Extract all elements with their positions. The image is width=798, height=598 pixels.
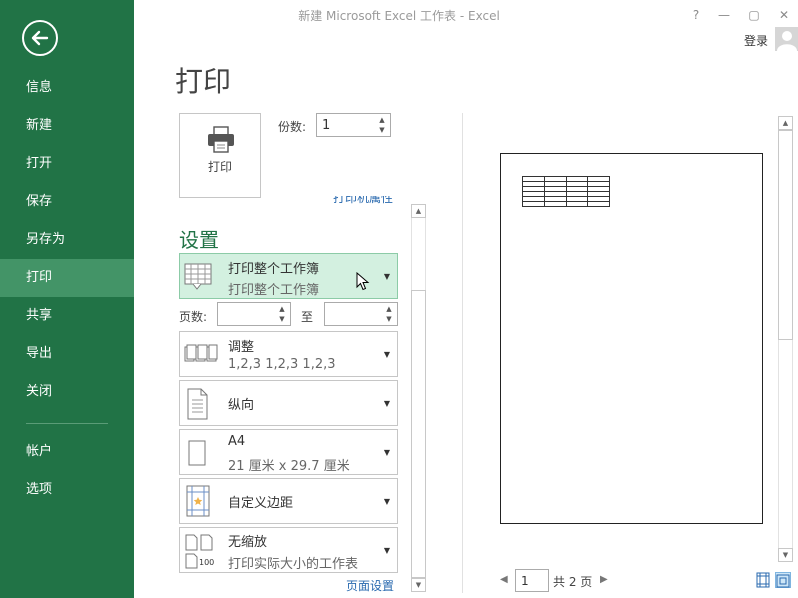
chevron-down-icon: ▼: [383, 497, 391, 506]
paper-size-subtitle: 21 厘米 x 29.7 厘米: [228, 459, 350, 474]
pages-label: 页数:: [179, 310, 208, 324]
no-scaling-icon: 100: [185, 534, 214, 569]
copies-down-icon[interactable]: ▼: [376, 125, 388, 135]
pages-to-label: 至: [301, 310, 314, 324]
zoom-to-page-button[interactable]: [775, 572, 791, 588]
sign-in-link[interactable]: 登录: [744, 32, 768, 49]
title-bar: 新建 Microsoft Excel 工作表 - Excel ? — ▢ ✕: [134, 0, 798, 30]
restore-button[interactable]: ▢: [744, 5, 764, 25]
custom-margins-icon: [186, 485, 210, 517]
nav-export[interactable]: 导出: [0, 335, 134, 373]
copies-label: 份数:: [278, 120, 307, 134]
help-icon[interactable]: ?: [686, 5, 706, 25]
excel-backstage-print: 信息 新建 打开 保存 另存为 打印 共享 导出 关闭 帐户 选项 新建 Mic…: [0, 0, 798, 598]
copies-up-icon[interactable]: ▲: [376, 115, 388, 125]
next-page-icon[interactable]: ▶: [600, 574, 608, 585]
settings-heading: 设置: [179, 228, 219, 252]
printer-properties-label: 打印机属性: [333, 196, 394, 205]
previous-page-icon[interactable]: ◀: [500, 574, 508, 585]
collate-dropdown[interactable]: 调整 1,2,3 1,2,3 1,2,3 ▼: [179, 331, 398, 377]
scroll-down-icon[interactable]: ▼: [411, 578, 426, 592]
scaling-icon-number: 100: [199, 558, 214, 567]
chevron-down-icon: ▼: [383, 546, 391, 555]
user-avatar-icon[interactable]: [775, 27, 798, 51]
paper-size-dropdown[interactable]: A4 21 厘米 x 29.7 厘米 ▼: [179, 429, 398, 475]
print-what-subtitle: 打印整个工作簿: [228, 283, 320, 298]
chevron-down-icon: ▼: [383, 350, 391, 359]
chevron-down-icon: ▼: [383, 448, 391, 457]
zoom-to-page-icon: [776, 574, 790, 588]
chevron-down-icon: ▼: [383, 399, 391, 408]
preview-scroll-thumb[interactable]: [778, 130, 793, 340]
preview-scrollbar[interactable]: ▲ ▼: [778, 116, 793, 562]
copies-stepper: ▲ ▼: [316, 113, 391, 137]
page-number-box: [515, 569, 549, 592]
scroll-up-icon[interactable]: ▲: [411, 204, 426, 218]
close-button[interactable]: ✕: [774, 5, 794, 25]
mouse-cursor-icon: [356, 272, 370, 291]
settings-scrollbar[interactable]: ▲ ▼: [411, 204, 426, 592]
nav-close[interactable]: 关闭: [0, 373, 134, 411]
pages-from-down-icon[interactable]: ▼: [276, 314, 288, 324]
pages-from-input[interactable]: [218, 303, 274, 325]
collate-subtitle: 1,2,3 1,2,3 1,2,3: [228, 357, 336, 372]
backstage-sidebar: 信息 新建 打开 保存 另存为 打印 共享 导出 关闭 帐户 选项: [0, 0, 134, 598]
show-margins-button[interactable]: [755, 572, 771, 588]
page-setup-link[interactable]: 页面设置: [346, 577, 394, 594]
pages-from-stepper: ▲ ▼: [217, 302, 291, 326]
scaling-subtitle: 打印实际大小的工作表: [228, 557, 359, 572]
nav-share[interactable]: 共享: [0, 297, 134, 335]
scaling-dropdown[interactable]: 100 无缩放 打印实际大小的工作表 ▼: [179, 527, 398, 573]
printer-icon: [208, 126, 234, 153]
minimize-button[interactable]: —: [714, 5, 734, 25]
print-button-label: 打印: [207, 160, 232, 174]
nav-divider: [26, 423, 108, 424]
back-arrow-icon: [31, 30, 49, 46]
copies-input[interactable]: [317, 114, 375, 136]
show-margins-icon: [756, 572, 770, 588]
printer-properties-link[interactable]: 打印机属性: [333, 196, 399, 206]
orientation-dropdown[interactable]: 纵向 ▼: [179, 380, 398, 426]
nav-open[interactable]: 打开: [0, 145, 134, 183]
scroll-thumb[interactable]: [411, 290, 426, 578]
nav-info[interactable]: 信息: [0, 69, 134, 107]
window-title: 新建 Microsoft Excel 工作表 - Excel: [298, 9, 500, 23]
print-what-dropdown[interactable]: 打印整个工作簿 打印整个工作簿 ▼: [179, 253, 398, 299]
page-title: 打印: [175, 65, 232, 98]
workbook-grid-icon: [184, 263, 212, 290]
total-pages-label: 共 2 页: [553, 575, 593, 589]
orientation-title: 纵向: [228, 398, 255, 413]
nav-save[interactable]: 保存: [0, 183, 134, 221]
portrait-orientation-icon: [187, 388, 208, 420]
paper-size-icon: [188, 440, 206, 466]
margins-title: 自定义边距: [228, 496, 294, 511]
pages-to-down-icon[interactable]: ▼: [383, 314, 395, 324]
current-page-input[interactable]: [516, 570, 548, 591]
nav-account[interactable]: 帐户: [0, 433, 134, 471]
pane-divider: [462, 113, 463, 593]
preview-worksheet-thumbnail: [522, 176, 610, 214]
paper-size-title: A4: [228, 434, 246, 449]
preview-scroll-down-icon[interactable]: ▼: [778, 548, 793, 562]
margins-dropdown[interactable]: 自定义边距 ▼: [179, 478, 398, 524]
pages-from-up-icon[interactable]: ▲: [276, 304, 288, 314]
scaling-title: 无缩放: [228, 535, 268, 550]
pages-to-input[interactable]: [325, 303, 381, 325]
nav-new[interactable]: 新建: [0, 107, 134, 145]
nav-save-as[interactable]: 另存为: [0, 221, 134, 259]
print-what-title: 打印整个工作簿: [228, 262, 320, 277]
print-preview-page: [500, 153, 763, 524]
collate-pages-icon: [184, 344, 218, 362]
pages-to-up-icon[interactable]: ▲: [383, 304, 395, 314]
nav-options[interactable]: 选项: [0, 471, 134, 509]
preview-scroll-up-icon[interactable]: ▲: [778, 116, 793, 130]
chevron-down-icon: ▼: [383, 272, 391, 281]
print-button[interactable]: 打印: [179, 113, 261, 198]
nav-print[interactable]: 打印: [0, 259, 134, 297]
collate-title: 调整: [228, 340, 255, 355]
pages-to-stepper: ▲ ▼: [324, 302, 398, 326]
back-button[interactable]: [22, 20, 58, 56]
